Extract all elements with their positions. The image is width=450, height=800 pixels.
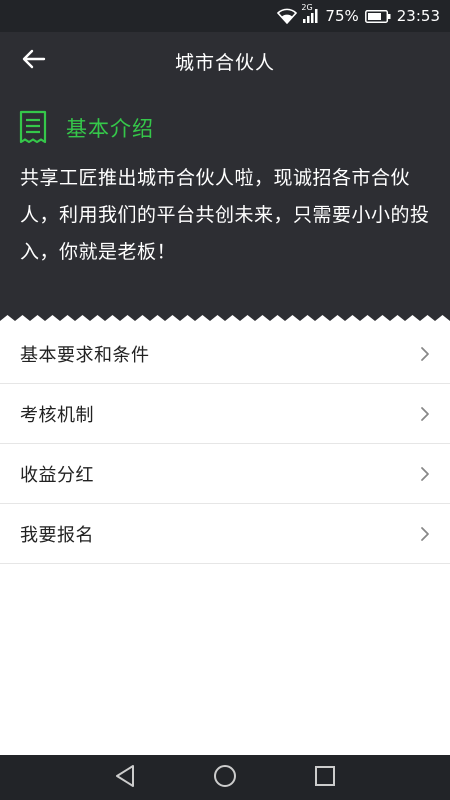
recents-square-icon	[314, 765, 336, 791]
menu-item-label: 收益分红	[20, 464, 94, 486]
menu-item-label: 考核机制	[20, 404, 94, 426]
back-triangle-icon	[114, 764, 136, 792]
receipt-icon	[18, 110, 48, 146]
page-title: 城市合伙人	[174, 51, 275, 74]
title-bar: 城市合伙人	[0, 32, 450, 90]
back-button[interactable]	[16, 44, 52, 78]
chevron-right-icon	[420, 346, 430, 362]
menu-list: 基本要求和条件 考核机制 收益分红 我要报名	[0, 324, 450, 564]
battery-icon	[364, 9, 391, 23]
status-bar: 2G 75% 23:53	[0, 0, 450, 32]
intro-section: 基本介绍 共享工匠推出城市合伙人啦，现诚招各市合伙人，利用我们的平台共创未来，只…	[0, 90, 450, 327]
intro-title: 基本介绍	[66, 117, 154, 141]
menu-item-label: 基本要求和条件	[20, 344, 150, 366]
back-arrow-icon	[22, 49, 46, 73]
system-nav-bar	[0, 755, 450, 800]
wifi-icon	[277, 8, 298, 24]
nav-back-button[interactable]	[75, 755, 175, 800]
menu-item-assessment[interactable]: 考核机制	[0, 384, 450, 444]
menu-item-dividends[interactable]: 收益分红	[0, 444, 450, 504]
battery-percent: 75%	[325, 7, 359, 25]
network-type-label: 2G	[301, 3, 313, 12]
clock: 23:53	[396, 7, 440, 25]
nav-recents-button[interactable]	[275, 755, 375, 800]
signal-indicator: 2G	[301, 3, 319, 23]
home-circle-icon	[213, 764, 237, 792]
intro-description: 共享工匠推出城市合伙人啦，现诚招各市合伙人，利用我们的平台共创未来，只需要小小的…	[20, 167, 430, 263]
menu-item-label: 我要报名	[20, 524, 94, 546]
chevron-right-icon	[420, 526, 430, 542]
intro-header: 基本介绍	[18, 110, 154, 146]
menu-item-requirements[interactable]: 基本要求和条件	[0, 324, 450, 384]
nav-home-button[interactable]	[175, 755, 275, 800]
chevron-right-icon	[420, 466, 430, 482]
menu-item-signup[interactable]: 我要报名	[0, 504, 450, 564]
chevron-right-icon	[420, 406, 430, 422]
